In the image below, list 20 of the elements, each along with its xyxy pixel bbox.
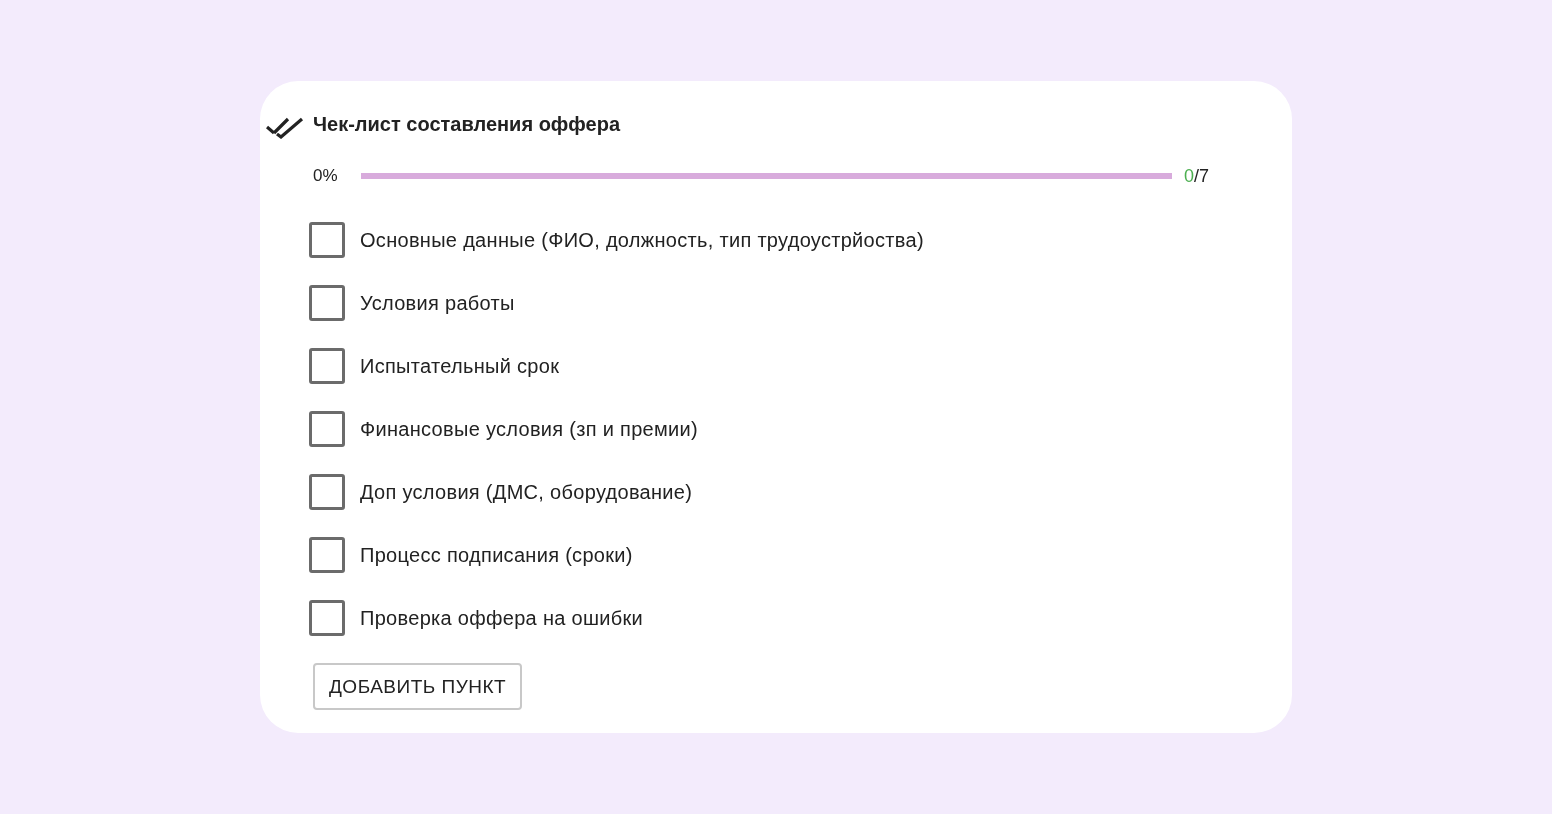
checklist-item-label[interactable]: Процесс подписания (сроки) — [360, 543, 633, 567]
double-check-icon — [266, 117, 304, 139]
checklist-title: Чек-лист составления оффера — [313, 112, 621, 136]
checklist-item-label[interactable]: Доп условия (ДМС, оборудование) — [360, 480, 693, 504]
checklist-item-label[interactable]: Основные данные (ФИО, должность, тип трудоустрйоства) — [360, 228, 924, 252]
checkbox[interactable] — [309, 600, 345, 636]
checklist-item-label[interactable]: Испытательный срок — [360, 354, 560, 378]
checkbox[interactable] — [309, 474, 345, 510]
checklist-item-label[interactable]: Условия работы — [360, 291, 515, 315]
done-count: 0 — [1184, 165, 1194, 186]
progress-percent: 0% — [313, 166, 339, 186]
checklist-item-label[interactable]: Проверка оффера на ошибки — [360, 606, 644, 630]
checkbox[interactable] — [309, 411, 345, 447]
checkbox[interactable] — [309, 285, 345, 321]
add-item-button[interactable]: ДОБАВИТЬ ПУНКТ — [313, 663, 523, 710]
checkbox[interactable] — [309, 537, 345, 573]
checklist-item-label[interactable]: Финансовые условия (зп и премии) — [360, 417, 698, 441]
checkbox[interactable] — [309, 222, 345, 258]
checkbox[interactable] — [309, 348, 345, 384]
total-count: /7 — [1194, 165, 1210, 186]
